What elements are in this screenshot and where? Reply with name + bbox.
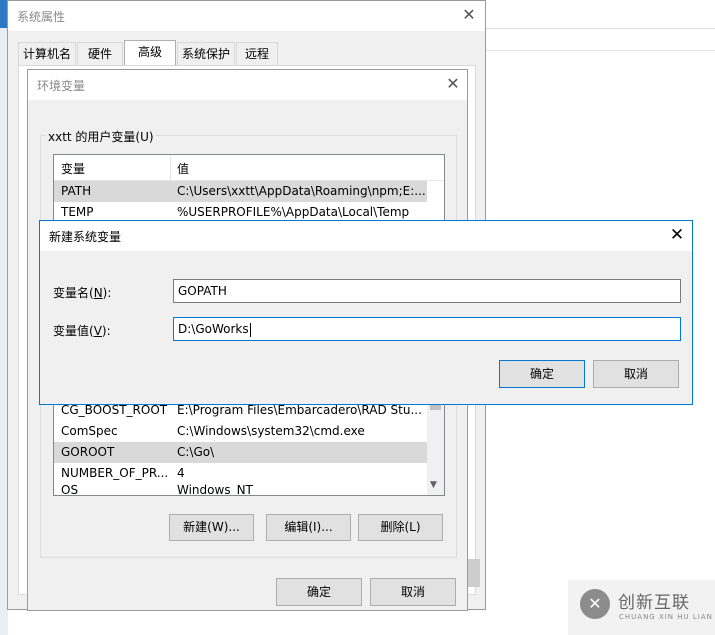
background-right-panel: [486, 0, 715, 29]
label-accelerator: V: [93, 324, 102, 338]
background-right-line: [486, 50, 715, 51]
close-icon[interactable]: ✕: [667, 225, 687, 245]
list-item[interactable]: PATH C:\Users\xxtt\AppData\Roaming\npm;E…: [54, 181, 427, 202]
variable-name-input-value: GOPATH: [178, 284, 227, 298]
tab-computer-name[interactable]: 计算机名: [18, 42, 76, 65]
variable-name: ComSpec: [61, 424, 118, 438]
variable-value: C:\Users\xxtt\AppData\Roaming\npm;E:...: [177, 184, 426, 198]
tab-hardware[interactable]: 硬件: [77, 42, 123, 65]
new-var-ok-button-label: 确定: [529, 367, 554, 381]
brand-logo-icon: ✕: [580, 589, 610, 619]
label-part: 变量名(: [53, 286, 94, 300]
column-header-value[interactable]: 值: [177, 160, 189, 177]
brand-name: 创新互联: [618, 593, 690, 613]
tab-advanced[interactable]: 高级: [124, 40, 176, 66]
user-variables-label: xxtt 的用户变量(U): [46, 128, 156, 145]
environment-variables-title: 环境变量: [37, 79, 86, 93]
brand-watermark: ✕ 创新互联 CHUANG XIN HU LIAN: [568, 580, 715, 635]
variable-name: PATH: [61, 184, 92, 198]
new-system-variable-title: 新建系统变量: [49, 230, 122, 244]
tab-label: 系统保护: [181, 47, 230, 61]
delete-variable-button-label: 删除(L): [380, 520, 421, 534]
system-properties-title: 系统属性: [17, 10, 66, 24]
env-cancel-button-label: 取消: [400, 585, 425, 599]
edit-variable-button[interactable]: 编辑(I)...: [266, 514, 351, 541]
variable-value: C:\Go\: [177, 445, 215, 459]
tab-label: 硬件: [87, 47, 112, 61]
column-header-variable[interactable]: 变量: [61, 160, 85, 177]
new-var-cancel-button[interactable]: 取消: [593, 360, 679, 388]
text-cursor: [249, 322, 251, 337]
close-icon[interactable]: ✕: [443, 74, 463, 94]
variable-value-input-value: D:\GoWorks: [178, 322, 249, 336]
new-system-variable-titlebar: 新建系统变量 ✕: [40, 221, 692, 251]
new-system-variable-dialog: 新建系统变量 ✕ 变量名(N): GOPATH 变量值(V): D:\GoWor…: [39, 220, 693, 405]
tab-label: 远程: [244, 47, 269, 61]
variable-name-input[interactable]: GOPATH: [173, 279, 681, 303]
variable-value: Windows_NT: [177, 483, 253, 496]
variable-name: OS: [61, 483, 79, 496]
list-header: 变量 值: [54, 155, 444, 181]
new-var-cancel-button-label: 取消: [623, 367, 648, 381]
variable-name: GOROOT: [61, 445, 115, 459]
tab-remote[interactable]: 远程: [236, 42, 278, 65]
variable-value: C:\Windows\system32\cmd.exe: [177, 424, 365, 438]
edit-variable-button-label: 编辑(I)...: [284, 520, 333, 534]
list-item[interactable]: GOROOT C:\Go\: [54, 442, 427, 463]
list-item[interactable]: OS Windows_NT: [54, 483, 427, 495]
environment-variables-titlebar: 环境变量 ✕: [28, 70, 467, 100]
new-var-ok-button[interactable]: 确定: [499, 360, 585, 388]
user-variables-list[interactable]: 变量 值 PATH C:\Users\xxtt\AppData\Roaming\…: [53, 154, 445, 230]
variable-name-label: 变量名(N):: [53, 284, 111, 301]
scroll-down-icon[interactable]: ▼: [430, 480, 437, 490]
tab-label: 高级: [137, 45, 162, 59]
delete-variable-button[interactable]: 删除(L): [358, 514, 443, 541]
label-part: ):: [102, 286, 112, 300]
variable-value-label: 变量值(V):: [53, 322, 111, 339]
label-part: ):: [101, 324, 111, 338]
new-variable-button-label: 新建(W)...: [183, 520, 240, 534]
variable-value-input[interactable]: D:\GoWorks: [173, 317, 681, 341]
label-part: 变量值(: [53, 324, 94, 338]
new-variable-button[interactable]: 新建(W)...: [169, 514, 254, 541]
label-accelerator: N: [93, 286, 103, 300]
brand-name-pinyin: CHUANG XIN HU LIAN: [619, 613, 713, 621]
tab-label: 计算机名: [22, 47, 71, 61]
env-ok-button[interactable]: 确定: [276, 578, 362, 606]
env-cancel-button[interactable]: 取消: [370, 578, 456, 606]
column-separator: [170, 155, 171, 180]
env-ok-button-label: 确定: [306, 585, 331, 599]
system-properties-titlebar: 系统属性 ✕: [8, 1, 485, 31]
close-icon[interactable]: ✕: [459, 5, 479, 25]
list-item[interactable]: ComSpec C:\Windows\system32\cmd.exe: [54, 421, 427, 442]
tab-system-protection[interactable]: 系统保护: [177, 42, 235, 65]
